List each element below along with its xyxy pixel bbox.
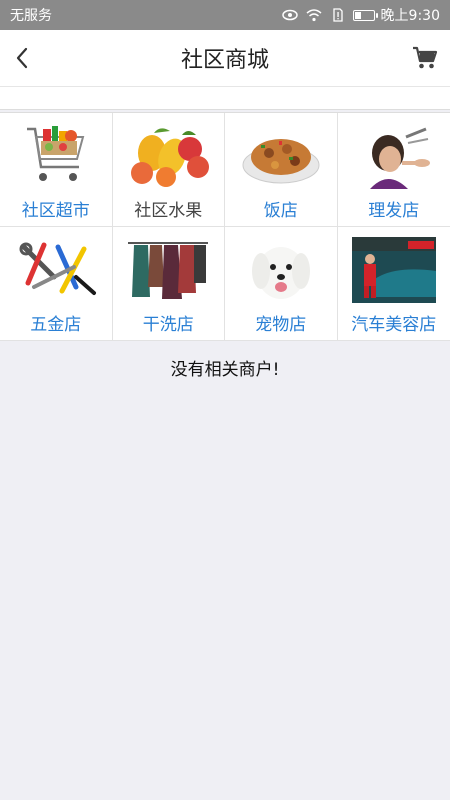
status-bar: 无服务 晚上9:30 [0, 0, 450, 30]
haircut-icon [352, 123, 436, 189]
nav-bar: 社区商城 [0, 30, 450, 87]
toolbar-spacer [0, 87, 450, 110]
category-label: 五金店 [30, 315, 82, 335]
fruit-icon [126, 123, 210, 189]
food-plate-icon [239, 123, 323, 189]
back-button[interactable] [0, 30, 44, 86]
cart-button[interactable] [400, 30, 450, 86]
empty-message: 没有相关商户! [170, 360, 280, 380]
category-dry-cleaning[interactable]: 干洗店 [112, 227, 225, 341]
page-title: 社区商城 [180, 48, 269, 73]
eye-icon [281, 7, 299, 23]
category-grid: 社区超市 社区水果 饭店 理发店 五金店 干洗店 宠物店 汽车美容店 [0, 112, 450, 341]
wifi-icon [305, 7, 323, 23]
battery-icon [352, 9, 378, 21]
category-label: 社区水果 [134, 201, 203, 221]
dog-icon [239, 237, 323, 303]
cart-icon [413, 46, 438, 69]
category-supermarket[interactable]: 社区超市 [0, 113, 113, 227]
category-hardware[interactable]: 五金店 [0, 227, 113, 341]
car-wash-icon [351, 237, 436, 303]
category-barber[interactable]: 理发店 [337, 113, 450, 227]
shopping-cart-icon [14, 123, 98, 189]
category-label: 饭店 [263, 201, 298, 221]
category-label: 干洗店 [142, 315, 194, 335]
battery-level [354, 11, 361, 19]
category-pet-shop[interactable]: 宠物店 [225, 227, 338, 341]
clock-label: 晚上9:30 [380, 8, 440, 24]
carrier-label: 无服务 [10, 8, 52, 24]
sim-alert-icon [329, 7, 347, 23]
category-label: 汽车美容店 [351, 315, 437, 335]
category-fruit[interactable]: 社区水果 [112, 113, 225, 227]
category-restaurant[interactable]: 饭店 [225, 113, 338, 227]
category-car-wash[interactable]: 汽车美容店 [337, 227, 450, 341]
tools-icon [14, 237, 98, 303]
chevron-left-icon [16, 47, 28, 69]
clothes-rack-icon [126, 237, 210, 303]
status-icons: 晚上9:30 [281, 5, 440, 25]
category-label: 宠物店 [255, 315, 307, 335]
category-label: 社区超市 [21, 201, 90, 221]
category-label: 理发店 [368, 201, 420, 221]
